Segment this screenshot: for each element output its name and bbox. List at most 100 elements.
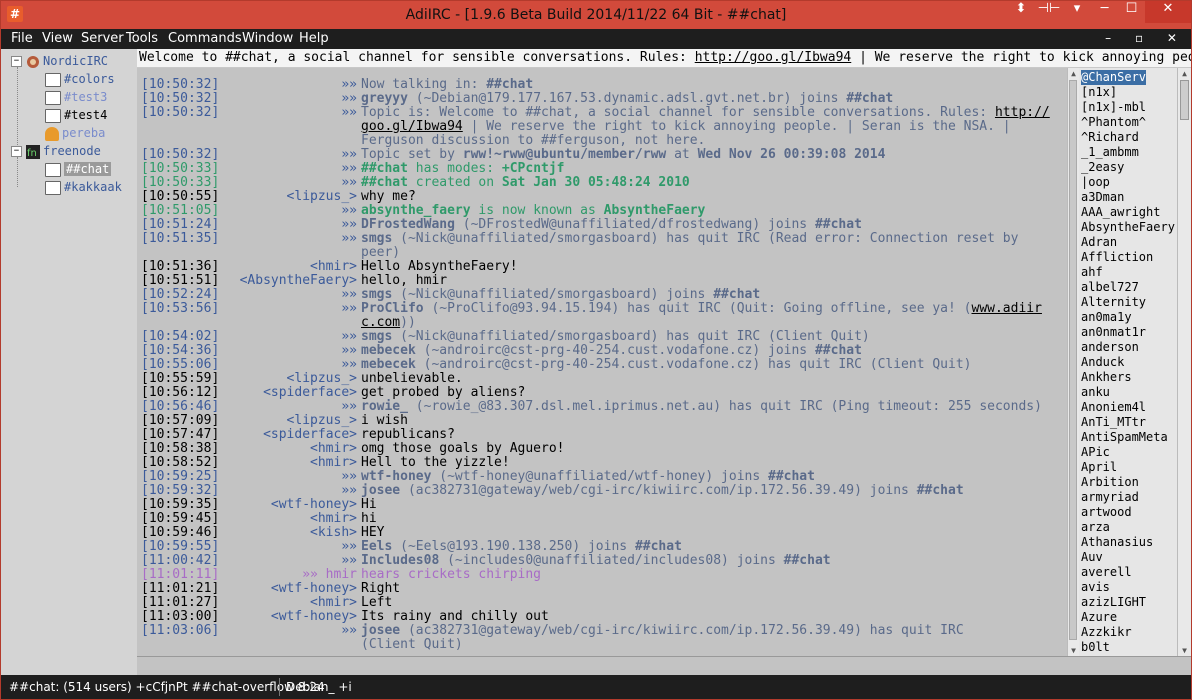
message-text: greyyy (~Debian@179.177.167.53.dynamic.a… bbox=[361, 91, 894, 106]
tree-network-freenode[interactable]: − fn freenode bbox=[11, 143, 101, 159]
channel-window-icon bbox=[45, 180, 61, 195]
message-nick[interactable]: <lipzus_> bbox=[221, 414, 357, 428]
chat-line: [11:01:27] <hmir> Left bbox=[141, 596, 1063, 610]
nicklist-item[interactable]: ^Richard bbox=[1081, 130, 1139, 145]
tree-query-pereba[interactable]: pereba bbox=[45, 125, 105, 141]
nicklist-item[interactable]: _1_ambmm bbox=[1081, 145, 1139, 160]
chat-messages[interactable]: [10:50:32]»» Now talking in: ##chat [10:50… bbox=[137, 68, 1067, 656]
nicklist-item[interactable]: Azzkikr bbox=[1081, 625, 1132, 640]
menu-help[interactable]: Help bbox=[299, 31, 329, 46]
tree-channel-chat[interactable]: ##chat bbox=[45, 161, 112, 177]
nicklist-item[interactable]: APic bbox=[1081, 445, 1110, 460]
menu-server[interactable]: Server bbox=[81, 31, 124, 46]
scroll-up-icon[interactable]: ▲ bbox=[1069, 69, 1078, 78]
message-nick[interactable]: <hmir> bbox=[221, 456, 357, 470]
message-nick[interactable]: <kish> bbox=[221, 526, 357, 540]
nicklist-item[interactable]: arza bbox=[1081, 520, 1110, 535]
nicklist-item[interactable]: artwood bbox=[1081, 505, 1132, 520]
nicklist-item[interactable]: azizLIGHT bbox=[1081, 595, 1146, 610]
collapse-icon[interactable]: − bbox=[11, 146, 22, 157]
nicklist-item[interactable]: ahf bbox=[1081, 265, 1103, 280]
nicklist-item[interactable]: Anduck bbox=[1081, 355, 1124, 370]
menu-commands[interactable]: Commands bbox=[168, 31, 242, 46]
nicklist-item[interactable]: albel727 bbox=[1081, 280, 1139, 295]
scrollbar-thumb[interactable] bbox=[1069, 80, 1077, 640]
tree-channel-test4[interactable]: #test4 bbox=[45, 107, 107, 123]
nicklist-item[interactable]: Anoniem4l bbox=[1081, 400, 1146, 415]
scroll-up-icon[interactable]: ▲ bbox=[1180, 69, 1189, 78]
menu-window[interactable]: Window bbox=[242, 31, 293, 46]
message-text: smgs (~Nick@unaffiliated/smorgasboard) h… bbox=[361, 231, 1019, 246]
nicklist-item[interactable]: Athanasius bbox=[1081, 535, 1153, 550]
nicklist-item[interactable]: Adran bbox=[1081, 235, 1117, 250]
nicklist-item[interactable]: Alternity bbox=[1081, 295, 1146, 310]
message-nick[interactable]: <wtf-honey> bbox=[221, 498, 357, 512]
scroll-down-icon[interactable]: ▼ bbox=[1180, 646, 1189, 655]
nicklist-item[interactable]: armyriad bbox=[1081, 490, 1139, 505]
nicklist-item[interactable]: @ChanServ bbox=[1081, 70, 1147, 85]
nicklist-item[interactable]: Azure bbox=[1081, 610, 1117, 625]
message-text: omg those goals by Aguero! bbox=[361, 441, 565, 456]
tree-channel-colors[interactable]: #colors bbox=[45, 71, 115, 87]
nicklist-item[interactable]: averell bbox=[1081, 565, 1132, 580]
nicklist-item[interactable]: Affliction bbox=[1081, 250, 1153, 265]
message-nick[interactable]: <hmir> bbox=[221, 596, 357, 610]
nicklist-item[interactable]: AnTi_MTtr bbox=[1081, 415, 1146, 430]
nicklist-item[interactable]: an0nmat1r bbox=[1081, 325, 1146, 340]
message-nick[interactable]: <hmir> bbox=[221, 512, 357, 526]
nicklist-item[interactable]: AbsyntheFaery bbox=[1081, 220, 1175, 235]
topic-link[interactable]: http://goo.gl/Ibwa94 bbox=[695, 50, 852, 65]
nicklist-item[interactable]: b0lt bbox=[1081, 640, 1110, 655]
nicklist-item[interactable]: [n1x]-mbl bbox=[1081, 100, 1146, 115]
nicklist-item[interactable]: Ankhers bbox=[1081, 370, 1132, 385]
collapse-icon[interactable]: − bbox=[11, 56, 22, 67]
mdi-child-controls[interactable]: – ▫ ✕ bbox=[1105, 31, 1187, 45]
scroll-down-icon[interactable]: ▼ bbox=[1069, 646, 1078, 655]
menu-view[interactable]: View bbox=[42, 31, 73, 46]
nicklist-item[interactable]: April bbox=[1081, 460, 1117, 475]
message-nick[interactable]: »» hmir bbox=[221, 568, 357, 582]
nicklist-item[interactable]: _2easy bbox=[1081, 160, 1124, 175]
nicklist-item[interactable]: anderson bbox=[1081, 340, 1139, 355]
chat-scrollbar[interactable]: ▲ ▼ bbox=[1067, 68, 1079, 656]
title-bar[interactable]: # AdiIRC - [1.9.6 Beta Build 2014/11/22 … bbox=[1, 1, 1191, 29]
close-button[interactable]: ✕ bbox=[1145, 1, 1191, 23]
message-nick[interactable]: <wtf-honey> bbox=[221, 582, 357, 596]
nicklist-item[interactable]: avis bbox=[1081, 580, 1110, 595]
nicklist-item[interactable]: |oop bbox=[1081, 175, 1110, 190]
nick-list[interactable]: @ChanServ [n1x] [n1x]-mbl ^Phantom^ ^Richard… bbox=[1079, 68, 1177, 656]
message-nick[interactable]: <AbsyntheFaery> bbox=[221, 274, 357, 288]
menu-tools[interactable]: Tools bbox=[126, 31, 158, 46]
chat-line: [10:50:32] »» Topic set by rww!~rww@ubuntu… bbox=[141, 148, 1063, 162]
tray-extra-icon[interactable]: ⬍ bbox=[1007, 1, 1035, 23]
chat-line: [10:51:36] <hmir> Hello AbsyntheFaery! bbox=[141, 260, 1063, 274]
minimize-button[interactable]: ─ bbox=[1091, 1, 1118, 23]
nicklist-item[interactable]: AntiSpamMeta bbox=[1081, 430, 1168, 445]
message-nick[interactable]: <hmir> bbox=[221, 442, 357, 456]
nicklist-item[interactable]: AAA_awright bbox=[1081, 205, 1160, 220]
dropdown-arrow-icon[interactable]: ▾ bbox=[1063, 1, 1091, 23]
message-nick[interactable]: <wtf-honey> bbox=[221, 610, 357, 624]
message-nick[interactable]: <spiderface> bbox=[221, 428, 357, 442]
nicklist-item[interactable]: ^Phantom^ bbox=[1081, 115, 1146, 130]
scrollbar-thumb[interactable] bbox=[1180, 80, 1189, 120]
message-nick[interactable]: <hmir> bbox=[221, 260, 357, 274]
tree-network-nordicirc[interactable]: − NordicIRC bbox=[11, 53, 108, 69]
nicklist-item[interactable]: [n1x] bbox=[1081, 85, 1117, 100]
message-input[interactable] bbox=[137, 656, 1191, 676]
layout-toggle-icon[interactable]: ⊣⊢ bbox=[1035, 1, 1063, 23]
nicklist-item[interactable]: anku bbox=[1081, 385, 1110, 400]
channel-topic-bar[interactable]: Welcome to ##chat, a social channel for … bbox=[137, 49, 1191, 68]
message-nick[interactable]: <lipzus_> bbox=[221, 372, 357, 386]
menu-file[interactable]: File bbox=[11, 31, 33, 46]
message-nick[interactable]: <lipzus_> bbox=[221, 190, 357, 204]
tree-channel-kakkaak[interactable]: #kakkaak bbox=[45, 179, 122, 195]
nicklist-item[interactable]: Arbition bbox=[1081, 475, 1139, 490]
message-nick[interactable]: <spiderface> bbox=[221, 386, 357, 400]
nicklist-scrollbar[interactable]: ▲ ▼ bbox=[1177, 68, 1191, 656]
nicklist-item[interactable]: Auv bbox=[1081, 550, 1103, 565]
maximize-button[interactable]: ☐ bbox=[1118, 1, 1145, 23]
nicklist-item[interactable]: a3Dman bbox=[1081, 190, 1124, 205]
nicklist-item[interactable]: an0ma1y bbox=[1081, 310, 1132, 325]
tree-channel-test3[interactable]: #test3 bbox=[45, 89, 107, 105]
